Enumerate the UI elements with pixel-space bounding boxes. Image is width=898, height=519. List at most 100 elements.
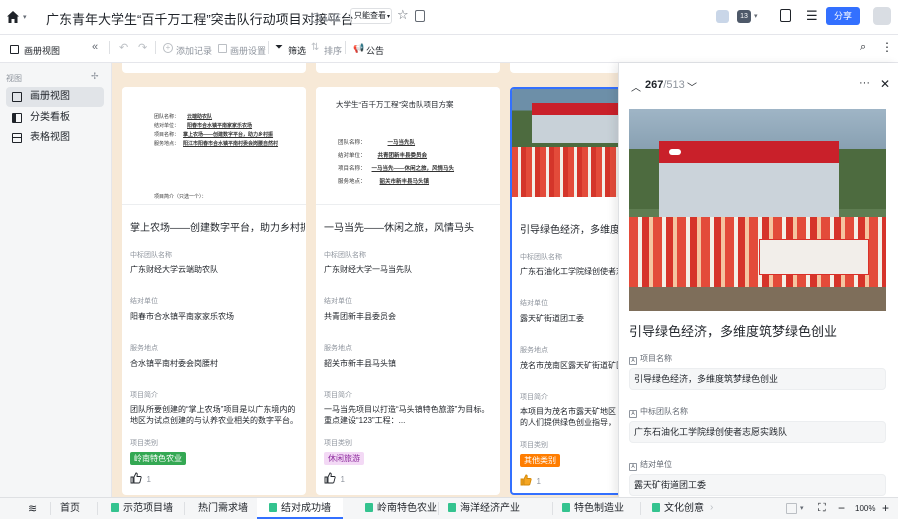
field-label: A 结对单位 bbox=[629, 459, 672, 471]
sheet-tab[interactable]: 示范项目墙 bbox=[111, 498, 173, 519]
close-icon[interactable]: ✕ bbox=[880, 77, 890, 91]
like-button[interactable]: 1 bbox=[324, 472, 345, 484]
kanban-icon bbox=[12, 113, 22, 123]
zoom-in-icon[interactable]: + bbox=[882, 501, 889, 515]
collapse-sidebar-icon[interactable]: « bbox=[92, 41, 98, 53]
grid-icon[interactable] bbox=[786, 503, 797, 514]
sheet-tab[interactable]: 热门需求墙 bbox=[198, 498, 248, 519]
field-label: 项目简介 bbox=[324, 392, 352, 399]
sheet-tab[interactable]: 文化创意 bbox=[652, 498, 704, 519]
field-value: 一马当先项目以打造“马头镇特色旅游”为目标。重点建设“123”工程：... bbox=[324, 405, 490, 425]
field-value: 合水镇平南村委会岗腰村 bbox=[130, 359, 218, 368]
field-label: 服务地点 bbox=[130, 345, 158, 352]
sheet-tab[interactable]: 首页 bbox=[60, 498, 80, 519]
announcement-icon: 📢 bbox=[353, 43, 365, 53]
field-value[interactable]: 广东石油化工学院绿创使者志愿实践队 bbox=[629, 421, 886, 443]
field-label: 结对单位 bbox=[324, 298, 352, 305]
sort-icon: ⇅ bbox=[311, 42, 320, 53]
avatar-count-badge[interactable]: 13 bbox=[737, 10, 751, 23]
field-value: 韶关市新丰县马头镇 bbox=[324, 359, 396, 368]
thumbs-up-icon bbox=[130, 472, 142, 484]
share-button[interactable]: 分享 bbox=[826, 7, 860, 25]
field-value[interactable]: 引导绿色经济，多维度筑梦绿色创业 bbox=[629, 368, 886, 390]
star-icon[interactable]: ☆ bbox=[397, 7, 409, 23]
sheet-tab[interactable]: 岭南特色农业 bbox=[365, 498, 437, 519]
gallery-settings-button[interactable]: 画册设置 bbox=[230, 44, 266, 57]
gallery-view-icon bbox=[12, 92, 22, 102]
card-title: 掌上农场——创建数字平台，助力乡村振兴 bbox=[130, 223, 305, 234]
search-icon[interactable]: ⌕ bbox=[860, 41, 866, 54]
redo-icon[interactable]: ↷ bbox=[138, 41, 147, 54]
field-label: 项目类别 bbox=[130, 440, 158, 447]
zoom-out-icon[interactable]: − bbox=[838, 501, 845, 515]
avatar[interactable] bbox=[716, 10, 729, 23]
menu-icon[interactable]: ☰ bbox=[806, 8, 818, 24]
more-icon[interactable]: ··· bbox=[859, 77, 870, 89]
pin-icon[interactable]: ✢ bbox=[91, 71, 99, 82]
user-avatar[interactable] bbox=[873, 7, 891, 25]
add-record-button[interactable]: 添加记录 bbox=[176, 44, 212, 57]
divider bbox=[155, 41, 156, 54]
divider bbox=[50, 502, 51, 515]
gallery-card-selected[interactable]: 引导绿色经济，多维度筑梦绿色创业 中标团队名称 广东石油化工学院绿创使者志愿实践… bbox=[510, 87, 618, 495]
card-title: 引导绿色经济，多维度筑梦绿色创业 bbox=[520, 225, 618, 236]
sheet-tab[interactable]: 特色制造业 bbox=[562, 498, 624, 519]
field-value[interactable]: 露天矿街道团工委 bbox=[629, 474, 886, 496]
field-value: 团队所要创建的“掌上农场”项目是以广东境内的地区为试点创建的与认养农业相关的数字… bbox=[130, 405, 298, 425]
divider bbox=[97, 502, 98, 515]
field-label: 项目简介 bbox=[520, 394, 548, 401]
like-button[interactable]: 1 bbox=[520, 474, 541, 486]
gallery-card[interactable]: 大学生“百千万工程”突击队项目方案 团队名称： 一马当先队 结对单位： 共青团新丰县… bbox=[316, 87, 500, 495]
sidebar-item-kanban-view[interactable]: 分类看板 bbox=[6, 108, 104, 128]
chevron-down-icon[interactable]: ▾ bbox=[23, 13, 27, 21]
field-label: 结对单位 bbox=[520, 300, 548, 307]
sheet-icon bbox=[269, 503, 277, 512]
thumbs-up-icon bbox=[520, 474, 532, 486]
chevron-down-icon[interactable]: ▾ bbox=[754, 12, 758, 20]
field-label: A 中标团队名称 bbox=[629, 406, 688, 418]
document-icon[interactable] bbox=[415, 10, 425, 22]
title-bar: ▾ 广东青年大学生“百千万工程”突击队行动项目对接平台 认证 只能查看▾ ☆ 1… bbox=[0, 0, 898, 35]
layers-icon[interactable]: ≋ bbox=[28, 502, 37, 515]
gallery-settings-icon bbox=[218, 44, 227, 53]
zoom-level[interactable]: 100% bbox=[855, 504, 875, 513]
announcement-button[interactable]: 公告 bbox=[366, 44, 384, 57]
auth-badge[interactable]: 认证 bbox=[311, 11, 341, 24]
sidebar-item-gallery-view[interactable]: 画册视图 bbox=[6, 87, 104, 107]
view-sidebar: 视图 ✢ 画册视图 分类看板 表格视图 bbox=[0, 63, 112, 497]
field-label: 中标团队名称 bbox=[520, 254, 562, 261]
fit-screen-icon[interactable]: ⛶ bbox=[818, 502, 826, 515]
current-view-name[interactable]: 画册视图 bbox=[24, 44, 60, 57]
record-counter: 267/513 bbox=[645, 79, 685, 91]
divider bbox=[640, 502, 641, 515]
sheet-tab-active[interactable]: 结对成功墙 bbox=[257, 498, 343, 519]
field-label: 中标团队名称 bbox=[130, 252, 172, 259]
category-tag: 其他类别 bbox=[520, 454, 560, 467]
sheet-tab[interactable]: 海洋经济产业 bbox=[448, 498, 520, 519]
filter-button[interactable]: 筛选 bbox=[288, 44, 306, 57]
field-value: 共青团新丰县委员会 bbox=[324, 312, 396, 321]
like-button[interactable]: 1 bbox=[130, 472, 151, 484]
undo-icon[interactable]: ↶ bbox=[119, 41, 128, 54]
field-label: 服务地点 bbox=[520, 347, 548, 354]
chevron-right-icon[interactable]: › bbox=[710, 502, 713, 513]
sidebar-item-table-view[interactable]: 表格视图 bbox=[6, 128, 104, 148]
view-mode-select[interactable]: 只能查看▾ bbox=[350, 8, 392, 24]
add-doc-icon[interactable] bbox=[780, 9, 791, 22]
sort-button[interactable]: 排序 bbox=[324, 44, 342, 57]
chevron-up-icon[interactable]: ︿ bbox=[631, 79, 641, 94]
card-cover-photo bbox=[512, 89, 618, 197]
field-value: 广东财经大学一马当先队 bbox=[324, 265, 412, 274]
divider bbox=[438, 502, 439, 515]
home-icon[interactable] bbox=[6, 10, 20, 24]
card-cover-document: 团队名称： 云端助农队 结对单位： 阳春市合水镇平南家家乐农场 项目名称： 掌上农场—… bbox=[122, 87, 306, 205]
divider bbox=[184, 502, 185, 515]
gallery-card[interactable]: 团队名称： 云端助农队 结对单位： 阳春市合水镇平南家家乐农场 项目名称： 掌上农场—… bbox=[122, 87, 306, 495]
more-icon[interactable]: ⋮ bbox=[881, 40, 893, 54]
view-toolbar: 画册视图 « ↶ ↷ + 添加记录 画册设置 ⏷ 筛选 ⇅ 排序 📢 公告 ⌕ … bbox=[0, 36, 898, 63]
sheet-icon bbox=[111, 503, 119, 512]
chevron-down-icon[interactable]: ﹀ bbox=[687, 79, 697, 94]
chevron-down-icon[interactable]: ▾ bbox=[800, 504, 804, 512]
field-label: 项目简介 bbox=[130, 392, 158, 399]
sheet-tabs-bar: ≋ 首页 示范项目墙 热门需求墙 结对成功墙 岭南特色农业 海洋经济产业 特色制… bbox=[0, 497, 898, 519]
